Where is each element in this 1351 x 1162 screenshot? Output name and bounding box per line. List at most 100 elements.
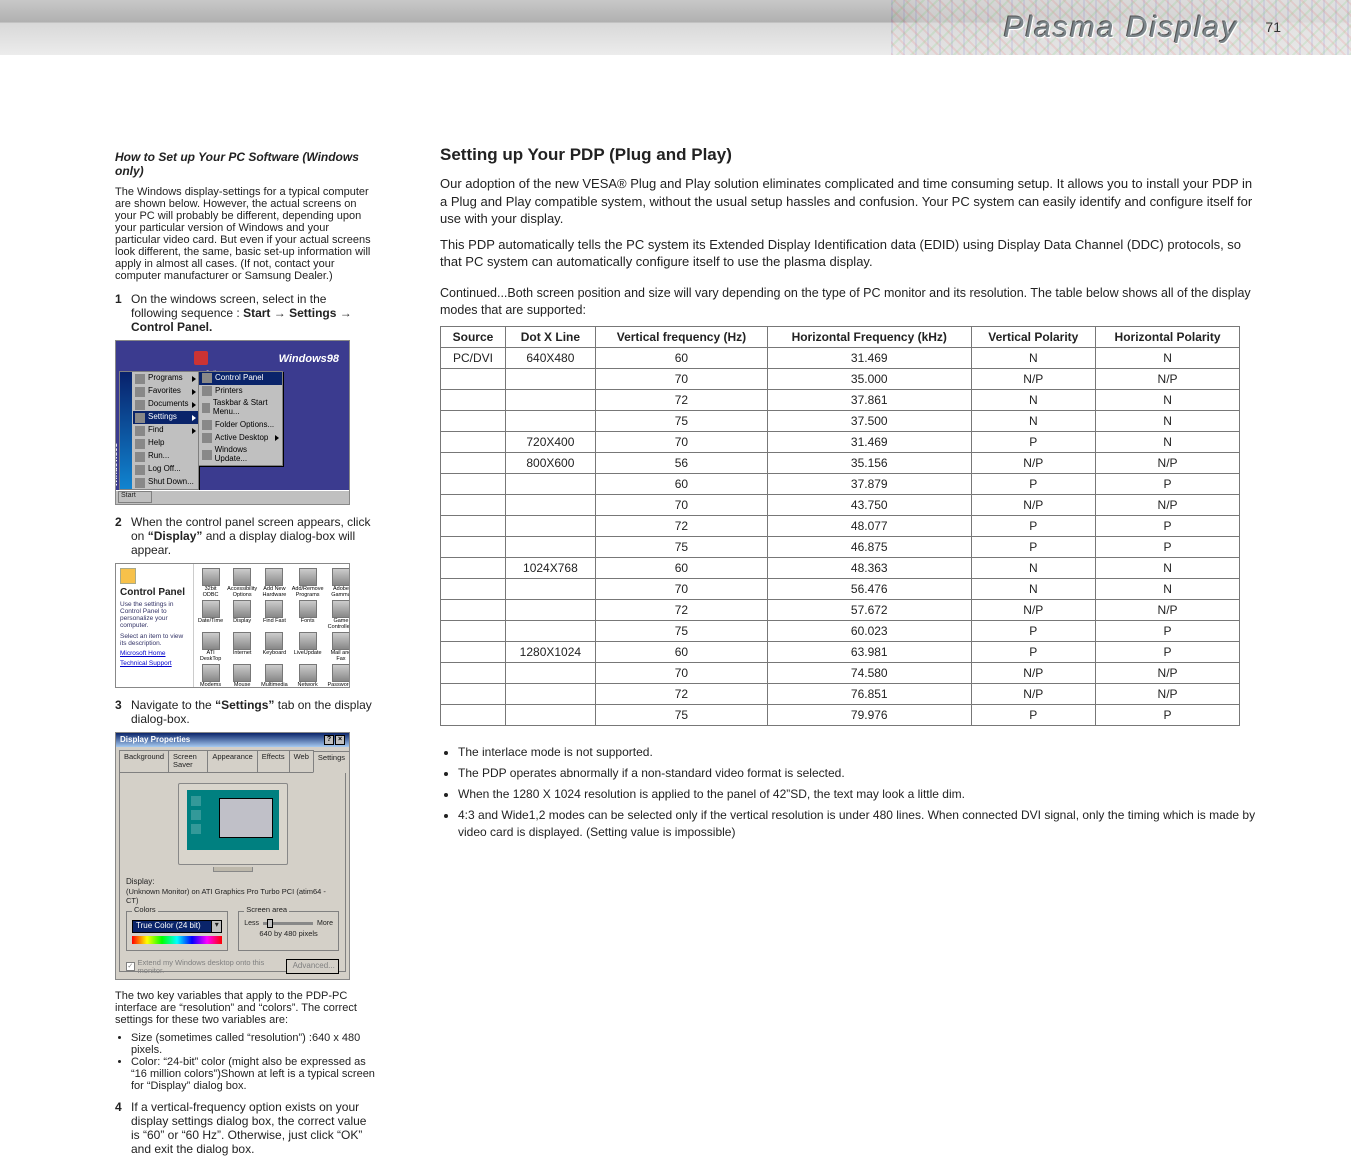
table-header: Horizontal Frequency (kHz) [767, 327, 971, 348]
cp-item[interactable]: Internet [227, 632, 257, 662]
table-row: 6037.879PP [441, 474, 1240, 495]
table-cell: 37.879 [767, 474, 971, 495]
cp-item[interactable]: Fonts [292, 600, 324, 630]
link-ms-home[interactable]: Microsoft Home [120, 650, 189, 657]
menu-documents[interactable]: Documents [133, 398, 198, 411]
table-cell: 37.861 [767, 390, 971, 411]
cp-item[interactable]: Display [227, 600, 257, 630]
cp-item-label: Passwords [328, 683, 350, 688]
close-icon[interactable]: × [335, 735, 345, 745]
howto-blurb: The Windows display-settings for a typic… [115, 186, 375, 282]
table-cell: N/P [971, 495, 1096, 516]
dialog-titlebar[interactable]: Display Properties ? × [116, 733, 349, 747]
cp-item[interactable]: Mail and Fax [328, 632, 350, 662]
table-cell: N/P [971, 600, 1096, 621]
menu-help[interactable]: Help [133, 437, 198, 450]
table-cell: 60 [595, 642, 767, 663]
table-row: 7248.077PP [441, 516, 1240, 537]
cp-item-label: Date/Time [198, 619, 223, 625]
table-cell: 70 [595, 369, 767, 390]
start-button[interactable]: Start [118, 491, 152, 503]
table-cell [441, 411, 506, 432]
step-3: 3 Navigate to the “Settings” tab on the … [115, 698, 375, 726]
tab-appearance[interactable]: Appearance [207, 750, 257, 772]
submenu-control-panel[interactable]: Control Panel [199, 372, 282, 385]
table-cell [441, 579, 506, 600]
table-cell: N [1096, 432, 1240, 453]
table-row: 7257.672N/PN/P [441, 600, 1240, 621]
color-depth-select[interactable]: True Color (24 bit) ▾ [132, 920, 222, 933]
tab-settings[interactable]: Settings [313, 751, 350, 773]
cp-item[interactable]: ATI DeskTop [198, 632, 223, 662]
menu-shutdown[interactable]: Shut Down... [133, 476, 198, 489]
right-column: Setting up Your PDP (Plug and Play) Our … [440, 145, 1260, 844]
cp-item[interactable]: Multimedia [261, 664, 288, 688]
extend-desktop-checkbox[interactable]: ✓ [126, 962, 135, 971]
step4-text: If a vertical-frequency option exists on… [131, 1100, 375, 1156]
cp-item[interactable]: Date/Time [198, 600, 223, 630]
cp-item[interactable]: Passwords [328, 664, 350, 688]
cp-item[interactable]: Modems [198, 664, 223, 688]
table-row: 7237.861NN [441, 390, 1240, 411]
slider-thumb[interactable] [267, 919, 273, 928]
step3-bullet2: Color: “24-bit” color (might also be exp… [131, 1056, 375, 1092]
menu-settings[interactable]: Settings [133, 411, 198, 424]
help-icon[interactable]: ? [324, 735, 334, 745]
table-cell: N [971, 558, 1096, 579]
cp-item[interactable]: 32bit ODBC [198, 568, 223, 598]
cp-item[interactable]: Game Controllers [328, 600, 350, 630]
menu-find[interactable]: Find [133, 424, 198, 437]
table-cell [441, 495, 506, 516]
cp-item[interactable]: Find Fast [261, 600, 288, 630]
tab-effects[interactable]: Effects [257, 750, 290, 772]
desktop-icon[interactable] [194, 351, 208, 365]
tab-background[interactable]: Background [119, 750, 169, 772]
intro-p1: Our adoption of the new VESA® Plug and P… [440, 175, 1260, 228]
submenu-active-desktop[interactable]: Active Desktop [199, 431, 282, 444]
table-cell: N [1096, 558, 1240, 579]
start-menu[interactable]: Windows98 Programs Favorites Documents S… [119, 371, 199, 490]
notes-list: The interlace mode is not supported.The … [440, 744, 1260, 840]
settings-submenu[interactable]: Control Panel Printers Taskbar & Start M… [198, 371, 283, 466]
cp-item[interactable]: Mouse [227, 664, 257, 688]
cp-icon-grid: 32bit ODBCAccessibility OptionsAdd New H… [198, 568, 347, 688]
group-area-label: Screen area [244, 906, 289, 914]
table-row: 7546.875PP [441, 537, 1240, 558]
link-tech-support[interactable]: Technical Support [120, 660, 189, 667]
cp-item[interactable]: Network [292, 664, 324, 688]
advanced-button[interactable]: Advanced... [286, 959, 339, 974]
cp-item[interactable]: Accessibility Options [227, 568, 257, 598]
table-cell: 63.981 [767, 642, 971, 663]
menu-favorites[interactable]: Favorites [133, 385, 198, 398]
cp-item[interactable]: LiveUpdate [292, 632, 324, 662]
menu-run[interactable]: Run... [133, 450, 198, 463]
table-cell [505, 705, 595, 726]
menu-logoff[interactable]: Log Off... [133, 463, 198, 476]
table-cell: 56 [595, 453, 767, 474]
resolution-slider[interactable] [263, 922, 313, 925]
menu-programs[interactable]: Programs [133, 372, 198, 385]
extend-desktop-row: ✓ Extend my Windows desktop onto this mo… [126, 959, 339, 976]
table-row: 1280X10246063.981PP [441, 642, 1240, 663]
table-cell: 72 [595, 390, 767, 411]
table-row: 7537.500NN [441, 411, 1240, 432]
table-intro: Continued...Both screen position and siz… [440, 285, 1260, 319]
cp-item[interactable]: Add New Hardware [261, 568, 288, 598]
table-cell [441, 600, 506, 621]
cp-item[interactable]: Adobe Gamma [328, 568, 350, 598]
cp-desc: Use the settings in Control Panel to per… [120, 601, 189, 630]
submenu-win-update[interactable]: Windows Update... [199, 444, 282, 465]
table-header: Dot X Line [505, 327, 595, 348]
submenu-folder[interactable]: Folder Options... [199, 418, 282, 431]
table-cell [441, 558, 506, 579]
taskbar[interactable]: Start [116, 490, 349, 504]
tab-web[interactable]: Web [289, 750, 314, 772]
tab-screensaver[interactable]: Screen Saver [168, 750, 208, 772]
chevron-down-icon[interactable]: ▾ [211, 920, 222, 933]
dialog-tabs: Background Screen Saver Appearance Effec… [116, 747, 349, 772]
cp-item[interactable]: Keyboard [261, 632, 288, 662]
cp-item[interactable]: Add/Remove Programs [292, 568, 324, 598]
table-cell [505, 411, 595, 432]
submenu-printers[interactable]: Printers [199, 385, 282, 398]
submenu-taskbar[interactable]: Taskbar & Start Menu... [199, 398, 282, 419]
